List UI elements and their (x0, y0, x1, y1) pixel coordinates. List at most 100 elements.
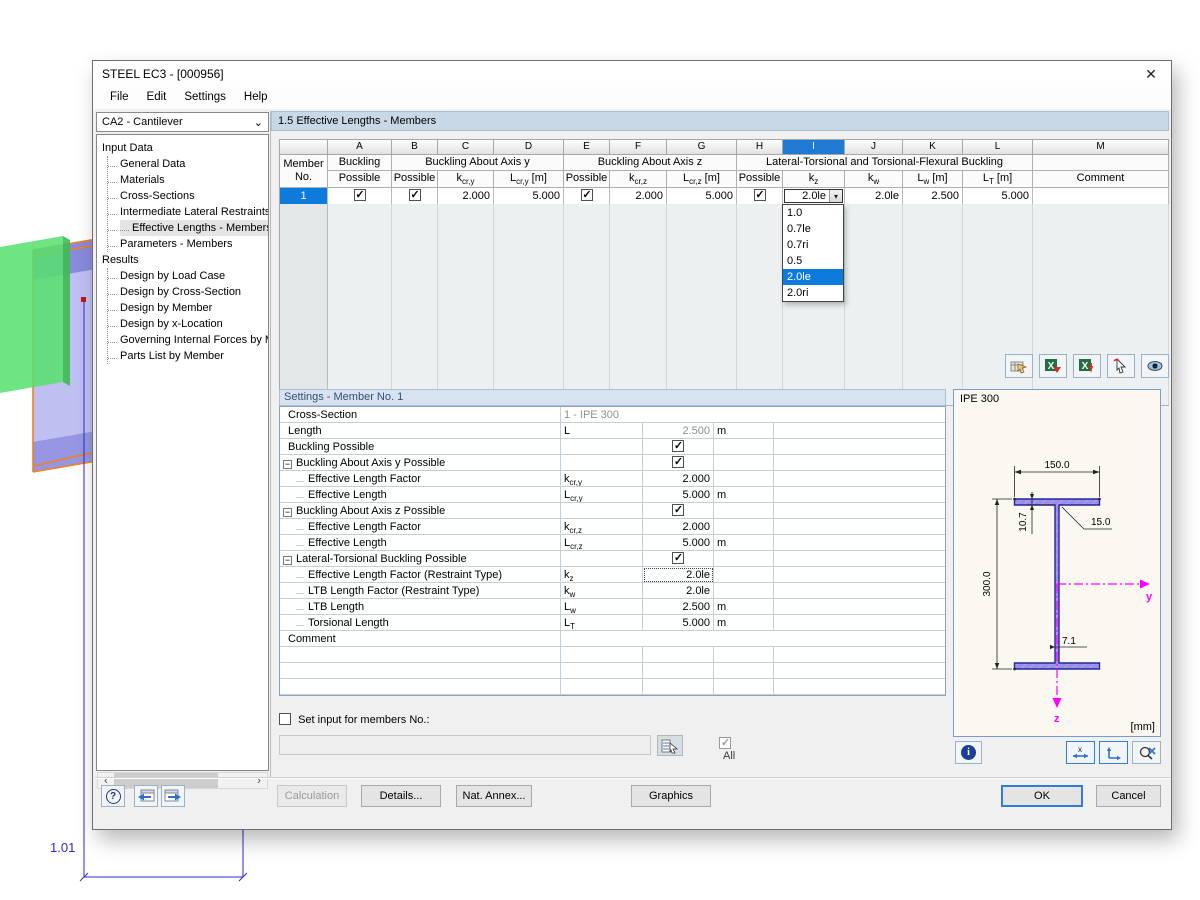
tree-item-effective-lengths-members[interactable]: Effective Lengths - Members (108, 220, 268, 236)
checkbox-checked-icon[interactable] (409, 189, 421, 201)
svg-text:X: X (1048, 361, 1055, 372)
member-row-number[interactable]: 1 (280, 188, 328, 205)
cell-lt[interactable]: 5.000 (963, 188, 1033, 205)
toggle-dimensions-button[interactable]: x (1066, 741, 1095, 764)
graphics-button[interactable]: Graphics (631, 785, 711, 807)
import-from-excel-button[interactable]: X (1073, 354, 1101, 378)
column-letter-e[interactable]: E (564, 140, 610, 155)
collapse-icon[interactable] (283, 508, 292, 517)
restraint-plate (0, 236, 63, 393)
close-button[interactable]: ✕ (1139, 65, 1163, 83)
settings-row-comment: Comment (280, 631, 945, 647)
kw-input[interactable]: 2.0le (643, 583, 714, 599)
cell-possible-y[interactable] (392, 188, 438, 205)
dropdown-option-selected[interactable]: 2.0le (783, 269, 843, 285)
tree-item-intermediate-lateral-restraints[interactable]: Intermediate Lateral Restraints (108, 204, 268, 220)
cell-possible-lt[interactable] (737, 188, 783, 205)
cell-kcrz[interactable]: 2.000 (610, 188, 667, 205)
cell-comment[interactable] (1033, 188, 1169, 205)
tree-item-design-by-member[interactable]: Design by Member (108, 300, 268, 316)
checkbox-checked-icon[interactable] (672, 456, 684, 468)
kcrz-input[interactable]: 2.000 (643, 519, 714, 535)
tree-item-parameters-members[interactable]: Parameters - Members (108, 236, 268, 252)
nat-annex-button[interactable]: Nat. Annex... (456, 785, 532, 807)
ok-button[interactable]: OK (1001, 785, 1083, 807)
column-letter-h[interactable]: H (737, 140, 783, 155)
cancel-button[interactable]: Cancel (1096, 785, 1161, 807)
members-list-input[interactable] (279, 735, 651, 755)
pick-members-button[interactable] (657, 735, 683, 756)
menu-file[interactable]: File (101, 87, 138, 109)
help-button[interactable]: ? (101, 785, 125, 807)
column-letter-l[interactable]: L (963, 140, 1033, 155)
lcry-input[interactable]: 5.000 (643, 487, 714, 503)
tree-item-parts-list-by-member[interactable]: Parts List by Member (108, 348, 268, 364)
dropdown-option[interactable]: 0.7le (783, 221, 843, 237)
details-button[interactable]: Details... (361, 785, 441, 807)
tree-item-governing-internal-forces[interactable]: Governing Internal Forces by M (108, 332, 268, 348)
scroll-right-icon[interactable]: › (251, 773, 267, 788)
dropdown-option[interactable]: 2.0ri (783, 285, 843, 301)
export-to-excel-button[interactable]: X (1039, 354, 1067, 378)
checkbox-checked-icon[interactable] (354, 189, 366, 201)
tree-root-input-data[interactable]: Input Data (102, 140, 268, 156)
kcry-input[interactable]: 2.000 (643, 471, 714, 487)
column-letter-j[interactable]: J (845, 140, 903, 155)
zoom-reset-button[interactable] (1132, 741, 1161, 764)
column-letter-b[interactable]: B (392, 140, 438, 155)
combo-dropdown-icon[interactable]: ▾ (829, 190, 842, 202)
checkbox-checked-icon[interactable] (754, 189, 766, 201)
cell-kz-combobox[interactable]: 2.0le▾ (783, 188, 845, 205)
dropdown-option[interactable]: 0.7ri (783, 237, 843, 253)
tree-item-general-data[interactable]: General Data (108, 156, 268, 172)
column-letter-a[interactable]: A (328, 140, 392, 155)
lcrz-input[interactable]: 5.000 (643, 535, 714, 551)
checkbox-checked-icon[interactable] (581, 189, 593, 201)
section-info-button[interactable]: i (955, 741, 982, 764)
tree-item-cross-sections[interactable]: Cross-Sections (108, 188, 268, 204)
collapse-icon[interactable] (283, 556, 292, 565)
cell-lw[interactable]: 2.500 (903, 188, 963, 205)
settings-row-lcrz: Effective Length Lcr,z 5.000 m (280, 535, 945, 551)
tree-item-design-by-load-case[interactable]: Design by Load Case (108, 268, 268, 284)
previous-table-button[interactable] (134, 785, 158, 807)
pick-row-in-graphics-button[interactable] (1005, 354, 1033, 378)
cell-kw[interactable]: 2.0le (845, 188, 903, 205)
comment-input[interactable] (561, 631, 945, 647)
lt-input[interactable]: 5.000 (643, 615, 714, 631)
kz-input-focused[interactable]: 2.0le (643, 567, 714, 583)
cross-section-value: 1 - IPE 300 (561, 407, 945, 423)
collapse-icon[interactable] (283, 460, 292, 469)
select-member-button[interactable] (1107, 354, 1135, 378)
next-table-button[interactable] (161, 785, 185, 807)
cell-buckling-possible[interactable] (328, 188, 392, 205)
checkbox-checked-icon[interactable] (672, 552, 684, 564)
menu-edit[interactable]: Edit (138, 87, 176, 109)
dropdown-option[interactable]: 0.5 (783, 253, 843, 269)
toggle-axes-button[interactable] (1099, 741, 1128, 764)
column-letter-d[interactable]: D (494, 140, 564, 155)
tree-item-materials[interactable]: Materials (108, 172, 268, 188)
checkbox-checked-icon[interactable] (672, 440, 684, 452)
menu-settings[interactable]: Settings (175, 87, 235, 109)
view-mode-button[interactable] (1141, 354, 1169, 378)
cell-lcrz[interactable]: 5.000 (667, 188, 737, 205)
tree-item-design-by-x-location[interactable]: Design by x-Location (108, 316, 268, 332)
checkbox-checked-icon[interactable] (672, 504, 684, 516)
cell-possible-z[interactable] (564, 188, 610, 205)
tree-root-results[interactable]: Results (102, 252, 268, 268)
menu-help[interactable]: Help (235, 87, 277, 109)
column-letter-k[interactable]: K (903, 140, 963, 155)
column-letter-i-selected[interactable]: I (783, 140, 845, 155)
cell-lcry[interactable]: 5.000 (494, 188, 564, 205)
column-letter-f[interactable]: F (610, 140, 667, 155)
column-letter-m[interactable]: M (1033, 140, 1169, 155)
set-input-checkbox[interactable] (279, 713, 291, 725)
dropdown-option[interactable]: 1.0 (783, 205, 843, 221)
design-case-selector[interactable]: CA2 - Cantilever ⌄ (96, 112, 269, 132)
lw-input[interactable]: 2.500 (643, 599, 714, 615)
column-letter-c[interactable]: C (438, 140, 494, 155)
tree-item-design-by-cross-section[interactable]: Design by Cross-Section (108, 284, 268, 300)
column-letter-g[interactable]: G (667, 140, 737, 155)
cell-kcry[interactable]: 2.000 (438, 188, 494, 205)
